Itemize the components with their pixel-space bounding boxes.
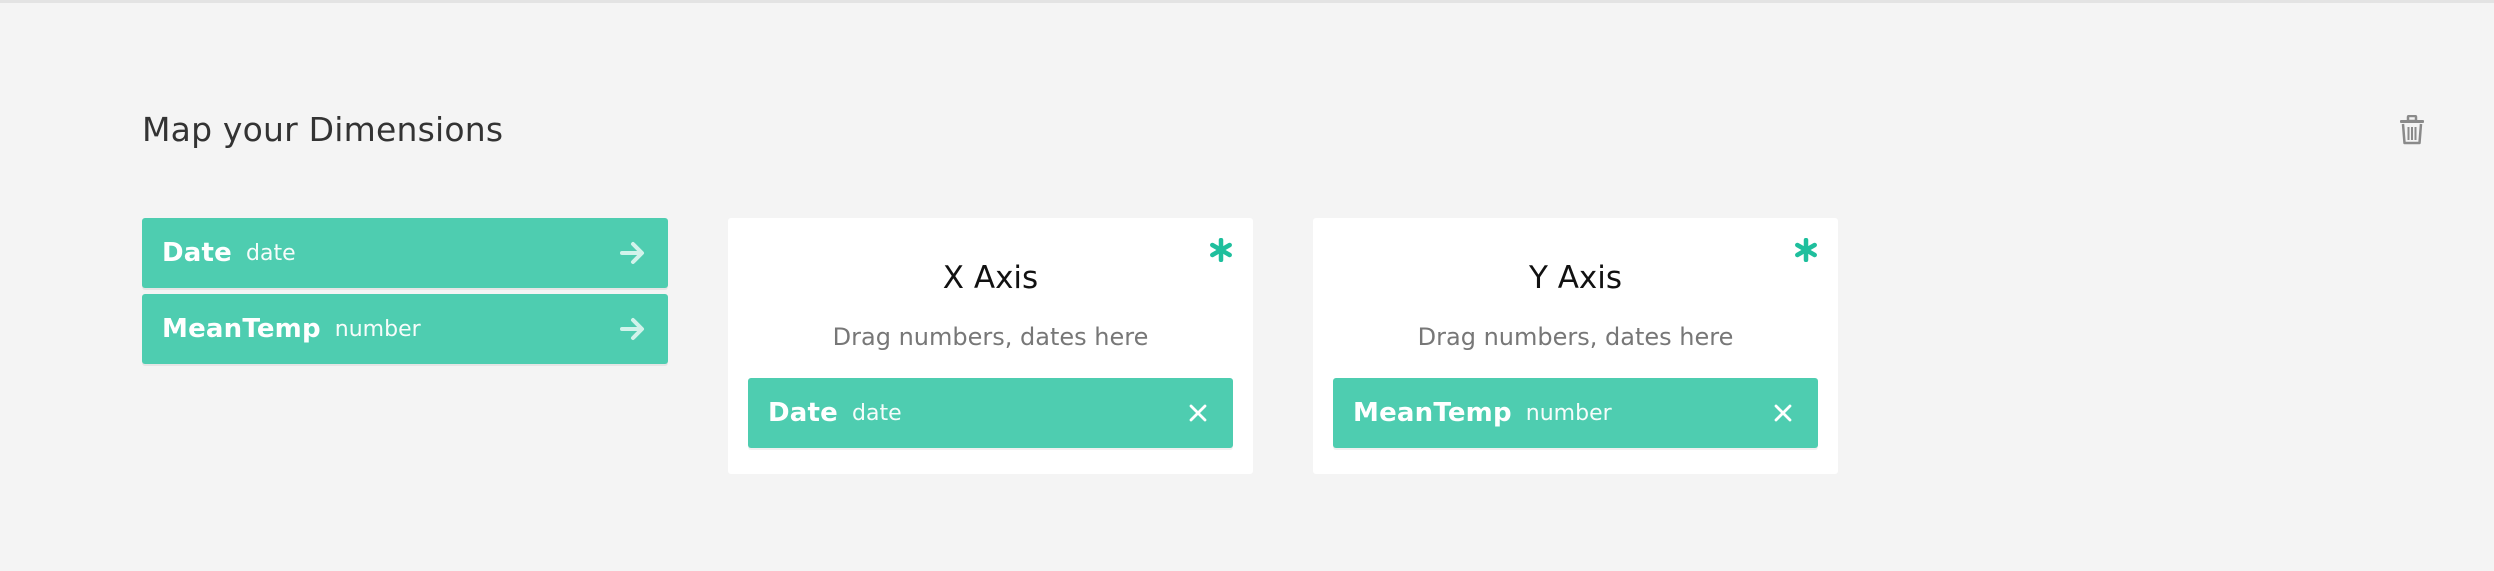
dimension-item-meantemp[interactable]: MeanTemp number xyxy=(142,294,668,364)
top-border xyxy=(0,0,2494,3)
trash-icon xyxy=(2400,115,2424,145)
remove-dimension-button[interactable] xyxy=(1766,396,1800,430)
y-axis-dropzone[interactable]: Y Axis Drag numbers, dates here MeanTemp… xyxy=(1313,218,1838,474)
close-icon xyxy=(1774,404,1792,422)
x-axis-dropzone[interactable]: X Axis Drag numbers, dates here Date dat… xyxy=(728,218,1253,474)
dimension-type: number xyxy=(334,316,421,342)
dimension-type: number xyxy=(1525,400,1612,426)
dimension-type: date xyxy=(246,240,296,266)
page-title: Map your Dimensions xyxy=(142,110,504,149)
axis-hint: Drag numbers, dates here xyxy=(832,323,1149,351)
arrow-right-icon xyxy=(620,318,644,340)
axis-hint: Drag numbers, dates here xyxy=(1417,323,1734,351)
axis-title: X Axis xyxy=(942,260,1039,296)
dimension-name: MeanTemp xyxy=(162,314,321,344)
dimension-type: date xyxy=(852,400,902,426)
delete-button[interactable] xyxy=(2392,110,2432,150)
arrow-right-icon xyxy=(620,242,644,264)
dimension-name: Date xyxy=(768,398,838,428)
dimension-name: Date xyxy=(162,238,232,268)
assigned-dimension[interactable]: Date date xyxy=(748,378,1233,448)
add-to-axis-button[interactable] xyxy=(616,236,650,270)
remove-dimension-button[interactable] xyxy=(1181,396,1215,430)
dimension-name: MeanTemp xyxy=(1353,398,1512,428)
add-to-axis-button[interactable] xyxy=(616,312,650,346)
dimension-item-date[interactable]: Date date xyxy=(142,218,668,288)
assigned-dimension[interactable]: MeanTemp number xyxy=(1333,378,1818,448)
axis-title: Y Axis xyxy=(1528,260,1623,296)
close-icon xyxy=(1189,404,1207,422)
